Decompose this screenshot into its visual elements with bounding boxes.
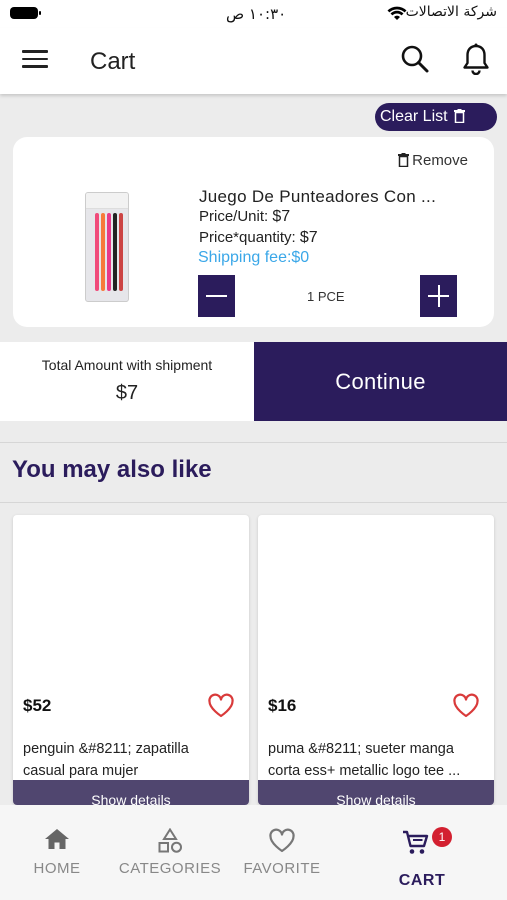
- categories-icon: [158, 828, 182, 853]
- notification-bell-icon[interactable]: [462, 43, 490, 75]
- total-value: $7: [115, 382, 139, 404]
- price-quantity: Price*quantity: $7: [199, 229, 318, 246]
- nav-favorite-label: FAVORITE: [243, 860, 321, 877]
- product-desc-line2: corta ess+ metallic logo tee ...: [268, 763, 461, 779]
- divider: [0, 502, 507, 503]
- app-bar: Cart: [0, 28, 507, 94]
- show-details-button[interactable]: Show details: [258, 780, 494, 805]
- shipping-fee: Shipping fee:$0: [198, 249, 310, 266]
- nav-categories[interactable]: CATEGORIES: [114, 805, 226, 900]
- divider: [0, 442, 507, 443]
- total-amount-box: Total Amount with shipment $7: [0, 342, 254, 421]
- trash-icon: [398, 153, 410, 168]
- show-details-button[interactable]: Show details: [13, 780, 249, 805]
- cart-item-card: Remove Juego De Punteadores Con ... Pric…: [13, 137, 494, 327]
- clear-list-button[interactable]: Clear List: [375, 103, 497, 131]
- cart-badge: 1: [432, 827, 452, 847]
- nav-favorite[interactable]: FAVORITE: [226, 805, 338, 900]
- heart-icon[interactable]: [207, 693, 235, 719]
- product-price: $16: [268, 696, 297, 715]
- product-name: Juego De Punteadores Con ...: [199, 187, 437, 206]
- battery-icon: [10, 7, 41, 19]
- wifi-icon: [387, 6, 407, 20]
- nav-home[interactable]: HOME: [0, 805, 114, 900]
- nav-categories-label: CATEGORIES: [118, 860, 222, 877]
- price-unit: Price/Unit: $7: [199, 208, 291, 225]
- search-icon[interactable]: [400, 44, 430, 74]
- quantity-value: 1 PCE: [307, 289, 345, 304]
- bottom-nav: HOME CATEGORIES FAVORITE CART: [0, 805, 507, 900]
- product-card[interactable]: $52 penguin &#8211; zapatilla casual par…: [13, 515, 249, 805]
- decrease-quantity-button[interactable]: [198, 275, 235, 317]
- nav-cart-label: CART: [398, 872, 446, 889]
- cart-icon: [403, 830, 429, 854]
- product-price: $52: [23, 696, 52, 715]
- page-title: Cart: [90, 48, 136, 75]
- remove-button[interactable]: Remove: [398, 152, 468, 169]
- status-time: ١٠:٣٠ ص: [226, 5, 287, 23]
- nav-cart[interactable]: CART: [366, 805, 478, 900]
- product-desc-line2: casual para mujer: [23, 763, 139, 779]
- clear-list-label: Clear List: [380, 108, 448, 125]
- recommend-heading: You may also like: [12, 456, 212, 483]
- carrier-name: شركة الاتصالات: [405, 4, 497, 20]
- continue-button[interactable]: Continue: [254, 342, 507, 421]
- product-image: [85, 192, 129, 302]
- nav-home-label: HOME: [33, 860, 81, 877]
- home-icon: [45, 829, 69, 849]
- remove-label: Remove: [412, 152, 468, 169]
- product-desc-line1: penguin &#8211; zapatilla: [23, 741, 189, 757]
- trash-icon: [454, 109, 465, 123]
- increase-quantity-button[interactable]: [420, 275, 457, 317]
- product-desc-line1: puma &#8211; sueter manga: [268, 741, 454, 757]
- product-card[interactable]: $16 puma &#8211; sueter manga corta ess+…: [258, 515, 494, 805]
- heart-icon: [269, 828, 295, 853]
- total-label: Total Amount with shipment: [41, 357, 213, 373]
- status-bar: ١٠:٣٠ ص شركة الاتصالات: [0, 0, 507, 28]
- heart-icon[interactable]: [452, 693, 480, 719]
- menu-icon[interactable]: [22, 50, 48, 70]
